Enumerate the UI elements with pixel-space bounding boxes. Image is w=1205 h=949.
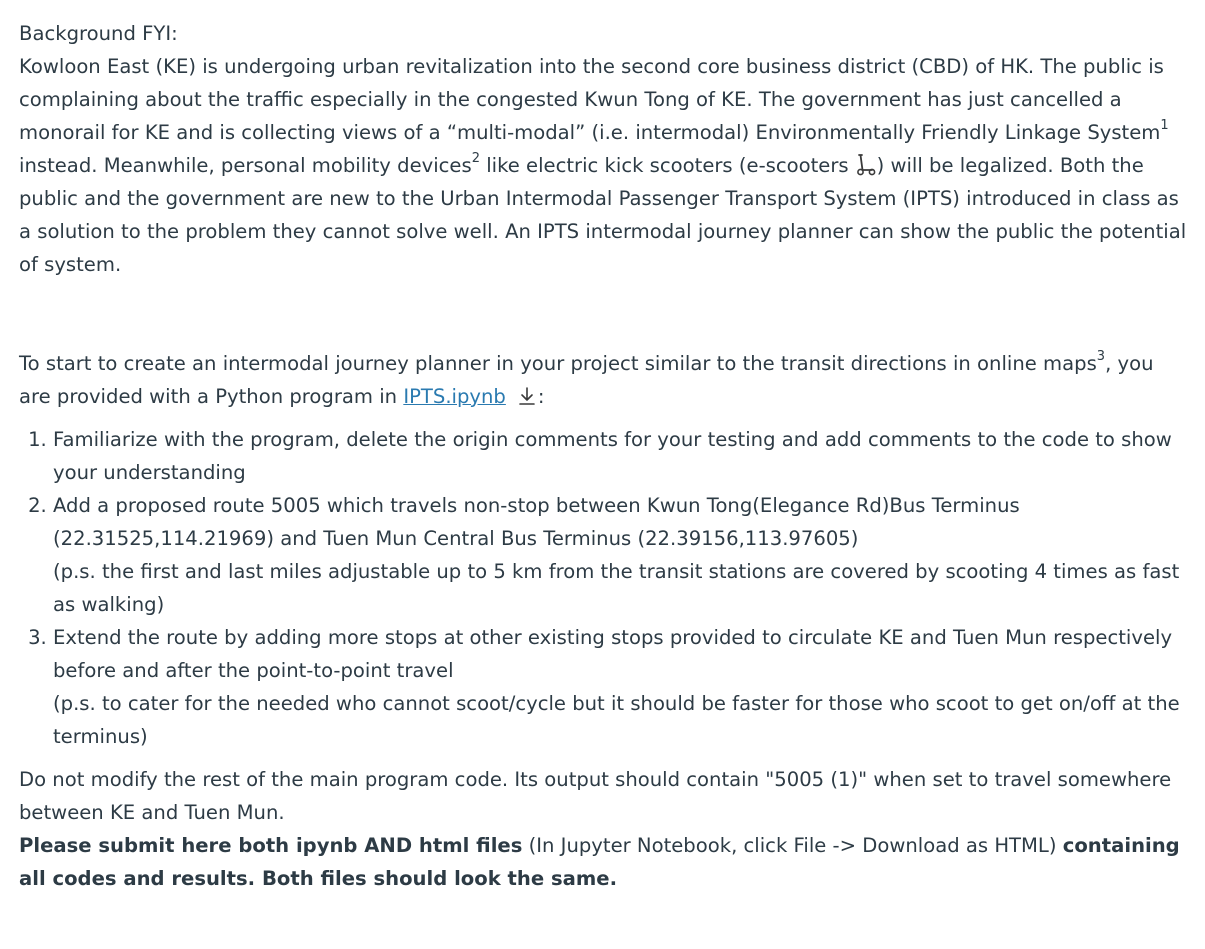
step-item-3: Extend the route by adding more stops at… bbox=[53, 621, 1189, 753]
background-section: Background FYI: Kowloon East (KE) is und… bbox=[19, 17, 1189, 281]
step-3-text: Extend the route by adding more stops at… bbox=[53, 626, 1173, 682]
closing-instruction: Do not modify the rest of the main progr… bbox=[19, 768, 1172, 824]
ipts-file-link[interactable]: IPTS.ipynb bbox=[403, 385, 506, 408]
start-text-1: To start to create an intermodal journey… bbox=[19, 352, 1097, 375]
background-text-1: Kowloon East (KE) is undergoing urban re… bbox=[19, 55, 1164, 144]
footnote-2: 2 bbox=[471, 151, 480, 167]
steps-list: Familiarize with the program, delete the… bbox=[19, 423, 1189, 753]
step-3-note: (p.s. to cater for the needed who cannot… bbox=[53, 692, 1180, 748]
background-paragraph: Kowloon East (KE) is undergoing urban re… bbox=[19, 50, 1189, 281]
submission-instruction: Please submit here both ipynb AND html f… bbox=[19, 829, 1189, 895]
closing-section: Do not modify the rest of the main progr… bbox=[19, 763, 1189, 895]
assignment-content: Background FYI: Kowloon East (KE) is und… bbox=[19, 17, 1189, 895]
background-text-3: like electric kick scooters (e-scooters bbox=[479, 154, 849, 177]
start-colon: : bbox=[537, 385, 545, 408]
submission-normal: (In Jupyter Notebook, click File -> Down… bbox=[522, 834, 1063, 857]
scooter-icon bbox=[853, 153, 877, 177]
step-2-note: (p.s. the first and last miles adjustabl… bbox=[53, 560, 1180, 616]
start-section: To start to create an intermodal journey… bbox=[19, 347, 1189, 413]
start-paragraph: To start to create an intermodal journey… bbox=[19, 347, 1189, 413]
download-icon[interactable] bbox=[516, 384, 538, 406]
background-text-2: instead. Meanwhile, personal mobility de… bbox=[19, 154, 472, 177]
step-item-1: Familiarize with the program, delete the… bbox=[53, 423, 1189, 489]
step-2-text: Add a proposed route 5005 which travels … bbox=[53, 494, 1020, 550]
step-1-text: Familiarize with the program, delete the… bbox=[53, 428, 1172, 484]
submission-bold-1: Please submit here both ipynb AND html f… bbox=[19, 834, 523, 857]
background-heading: Background FYI: bbox=[19, 22, 178, 45]
step-item-2: Add a proposed route 5005 which travels … bbox=[53, 489, 1189, 621]
footnote-3: 3 bbox=[1096, 349, 1106, 365]
footnote-1: 1 bbox=[1160, 118, 1169, 134]
